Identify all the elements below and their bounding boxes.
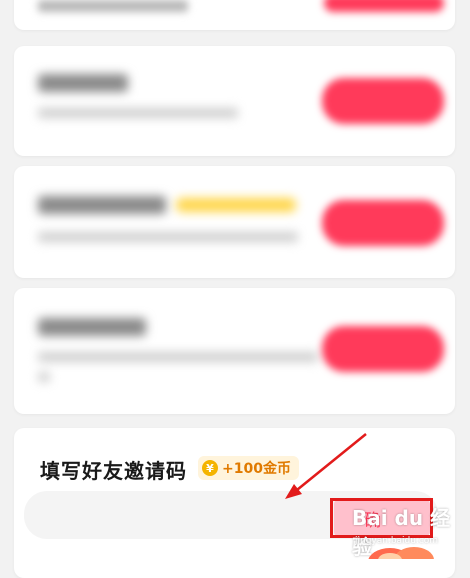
annotation-arrow [285, 433, 367, 499]
